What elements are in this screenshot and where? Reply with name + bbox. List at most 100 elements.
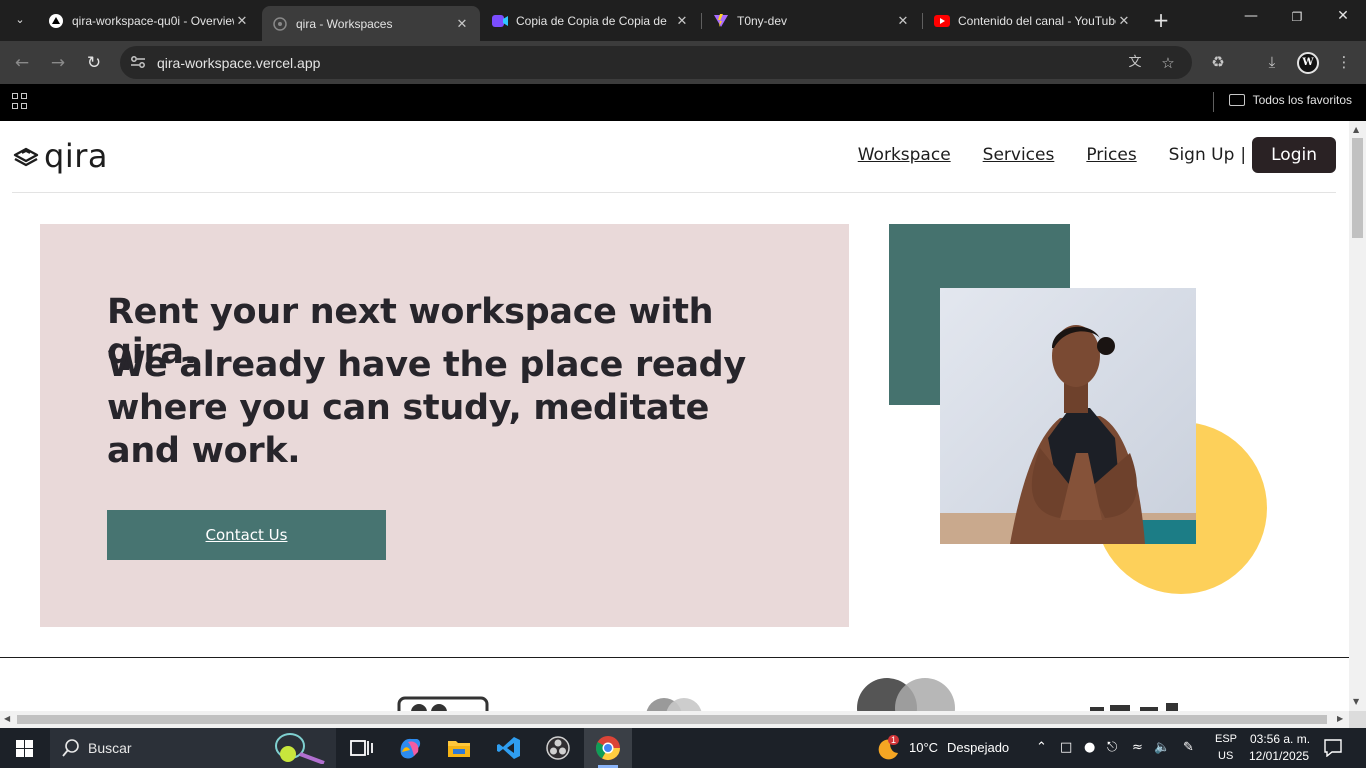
- vite-logo-icon: [713, 13, 729, 29]
- download-icon[interactable]: ⤓: [1262, 52, 1282, 72]
- pen-icon[interactable]: ✎: [1183, 740, 1194, 755]
- close-window-icon[interactable]: ✕: [1320, 8, 1366, 24]
- hero-panel: Rent your next workspace with qira. We a…: [40, 224, 849, 627]
- video-app-icon: [492, 13, 508, 29]
- close-tab-icon[interactable]: ✕: [454, 16, 470, 32]
- tennis-racket-highlight-icon: [275, 733, 325, 764]
- apps-grid-icon[interactable]: [12, 93, 28, 109]
- new-tab-plus-icon[interactable]: +: [1149, 8, 1173, 32]
- keyboard-language-bottom[interactable]: US: [1218, 750, 1233, 762]
- nav-separator: |: [1240, 145, 1247, 165]
- search-icon: [62, 739, 79, 757]
- keyboard-language-top[interactable]: ESP: [1215, 733, 1237, 745]
- nav-workspace-link[interactable]: Workspace: [858, 145, 951, 165]
- close-tab-icon[interactable]: ✕: [234, 13, 250, 29]
- tab-vercel-overview[interactable]: qira-workspace-qu0i - Overview ✕: [38, 6, 260, 35]
- microphone-icon[interactable]: ●: [1084, 740, 1095, 755]
- forward-arrow-icon[interactable]: →: [46, 51, 70, 75]
- horizontal-scrollbar[interactable]: ◀ ▶: [0, 711, 1349, 728]
- meet-camera-icon[interactable]: □: [1060, 740, 1072, 755]
- logo-wordmark: qira: [44, 137, 108, 175]
- signup-link[interactable]: Sign Up: [1169, 145, 1235, 165]
- scroll-down-arrow-icon[interactable]: ▼: [1353, 697, 1359, 706]
- weather-description[interactable]: Despejado: [947, 740, 1009, 755]
- vercel-triangle-icon: [48, 13, 64, 29]
- show-hidden-icons-chevron-icon[interactable]: ⌃: [1036, 740, 1047, 755]
- tab-separator: [922, 13, 923, 29]
- vscode-icon[interactable]: [495, 734, 523, 762]
- login-button[interactable]: Login: [1252, 137, 1336, 173]
- reload-icon[interactable]: ↻: [82, 51, 106, 75]
- tab-separator: [701, 13, 702, 29]
- translate-icon[interactable]: 文: [1125, 53, 1145, 73]
- bookmarks-bar: Todos los favoritos: [0, 84, 1366, 121]
- vertical-scroll-thumb[interactable]: [1352, 138, 1363, 238]
- windows-taskbar: Buscar 1 10°C Despejado ⌃ □ ● ⎋ ≈ 🔈 ✎ ES…: [0, 728, 1366, 768]
- folder-icon: [1228, 94, 1245, 106]
- scroll-up-arrow-icon[interactable]: ▲: [1353, 125, 1359, 134]
- horizontal-scroll-thumb[interactable]: [17, 715, 1327, 724]
- partner-logo-wordmark: [1090, 703, 1178, 711]
- bookmark-star-icon[interactable]: ☆: [1158, 53, 1178, 73]
- nav-prices-link[interactable]: Prices: [1086, 145, 1136, 165]
- battery-plug-icon[interactable]: ⎋: [1107, 740, 1117, 755]
- windows-start-icon[interactable]: [16, 740, 33, 757]
- tab-title: T0ny-dev: [737, 13, 788, 28]
- vertical-scrollbar[interactable]: ▲ ▼: [1349, 121, 1366, 711]
- partner-logo-venn: [857, 678, 955, 711]
- task-view-icon[interactable]: [347, 734, 375, 762]
- search-label: Buscar: [88, 740, 132, 756]
- site-header: qira Workspace Services Prices Sign Up |…: [12, 121, 1336, 193]
- obs-studio-icon[interactable]: [544, 734, 572, 762]
- file-explorer-icon[interactable]: [445, 734, 473, 762]
- profile-avatar[interactable]: W: [1297, 52, 1319, 74]
- partner-logo-rounded-box: [397, 696, 489, 711]
- minimize-window-icon[interactable]: —: [1228, 8, 1274, 24]
- menu-kebab-icon[interactable]: ⋮: [1334, 52, 1354, 72]
- chrome-icon[interactable]: [594, 734, 622, 762]
- tab-title: qira - Workspaces: [296, 16, 393, 31]
- clock-time[interactable]: 03:56 a. m.: [1250, 732, 1310, 746]
- hero-subheadline: We already have the place ready where yo…: [107, 345, 746, 471]
- qira-logo[interactable]: qira: [12, 137, 108, 175]
- tab-title: qira-workspace-qu0i - Overview: [72, 13, 234, 28]
- scrollbar-corner: [1349, 711, 1366, 728]
- address-bar[interactable]: qira-workspace.vercel.app 文 ☆: [120, 46, 1192, 79]
- tab-qira-workspaces[interactable]: qira - Workspaces ✕: [262, 6, 480, 41]
- site-info-tune-icon[interactable]: [130, 54, 146, 70]
- notifications-icon[interactable]: [1324, 739, 1342, 757]
- taskbar-search-box[interactable]: Buscar: [50, 728, 336, 768]
- extensions-puzzle-icon[interactable]: ♻: [1208, 52, 1228, 72]
- scroll-left-arrow-icon[interactable]: ◀: [4, 714, 10, 723]
- url-text: qira-workspace.vercel.app: [157, 55, 321, 71]
- section-divider: [0, 657, 1349, 658]
- clock-date[interactable]: 12/01/2025: [1249, 749, 1309, 763]
- page-viewport: qira Workspace Services Prices Sign Up |…: [0, 121, 1349, 711]
- main-nav: Workspace Services Prices Sign Up | Logi…: [826, 137, 1336, 173]
- close-tab-icon[interactable]: ✕: [674, 13, 690, 29]
- weather-temperature[interactable]: 10°C: [909, 740, 938, 755]
- weather-badge: 1: [888, 735, 900, 745]
- tab-title: Contenido del canal - YouTube: [958, 13, 1116, 28]
- volume-icon[interactable]: 🔈: [1154, 740, 1170, 755]
- tab-copia[interactable]: Copia de Copia de Copia de ✕: [482, 6, 700, 35]
- restore-window-icon[interactable]: ❐: [1274, 10, 1320, 24]
- scroll-right-arrow-icon[interactable]: ▶: [1337, 714, 1343, 723]
- close-tab-icon[interactable]: ✕: [895, 13, 911, 29]
- tab-youtube[interactable]: Contenido del canal - YouTube ✕: [924, 6, 1142, 35]
- back-arrow-icon[interactable]: ←: [10, 51, 34, 75]
- browser-toolbar: ← → ↻ qira-workspace.vercel.app 文 ☆ ♻ ⤓ …: [0, 41, 1366, 84]
- contact-us-button[interactable]: Contact Us: [107, 510, 386, 560]
- bookmarks-separator: [1213, 92, 1214, 112]
- meditating-woman-photo: [940, 288, 1196, 544]
- tab-t0ny-dev[interactable]: T0ny-dev ✕: [703, 6, 921, 35]
- copilot-icon[interactable]: [396, 734, 424, 762]
- wifi-icon[interactable]: ≈: [1132, 740, 1143, 755]
- tab-search-chevron-icon[interactable]: ⌄: [8, 8, 32, 32]
- all-bookmarks-label: Todos los favoritos: [1252, 93, 1352, 107]
- all-bookmarks-folder[interactable]: Todos los favoritos: [1228, 93, 1352, 107]
- layers-logo-icon: [13, 147, 39, 167]
- close-tab-icon[interactable]: ✕: [1116, 13, 1132, 29]
- nav-services-link[interactable]: Services: [983, 145, 1055, 165]
- partner-logo-overlapping-circles: [646, 698, 702, 711]
